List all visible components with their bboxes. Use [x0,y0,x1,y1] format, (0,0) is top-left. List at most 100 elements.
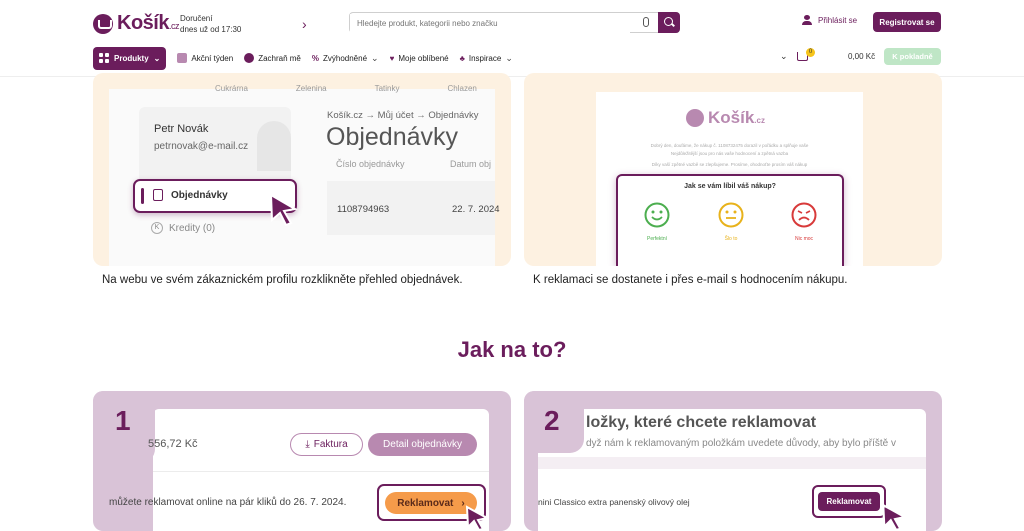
cart-count-badge: 0 [806,48,815,57]
email-logo-text: Košík [708,108,755,127]
page-title: Objednávky [326,123,459,151]
invoice-label: Faktura [313,439,348,450]
caption-email: K reklamaci se dostanete i přes e-mail s… [533,274,848,286]
order-number: 1108794963 [337,204,390,215]
cart-logo-icon [686,109,704,127]
email-mockup: Košík.cz Dobrý den, doufáme, že nákup č.… [596,92,863,266]
rating-perfect[interactable]: Perfektní [642,202,672,242]
email-rating-card: Košík.cz Dobrý den, doufáme, že nákup č.… [524,73,942,266]
step-number: 1 [115,405,131,436]
claim-button-highlight: Reklamovat [812,485,886,518]
search-box [349,12,680,33]
chevron-down-icon: ⌄ [153,53,161,63]
microphone-icon[interactable] [643,17,649,27]
nav-item-akcni-tyden[interactable]: Akční týden [177,53,233,63]
people-icon: ♣ [459,53,465,63]
search-button[interactable] [658,12,680,33]
step2-heading: ložky, které chcete reklamovat [586,414,817,431]
avatar [257,121,291,171]
top-header: Košík.cz Doručení dnes už od 17:30 › Při… [0,0,1024,77]
claim-button[interactable]: Reklamovat [818,492,880,511]
category-label: Tatinky [374,84,400,93]
checkout-button[interactable]: K pokladně [884,48,941,65]
order-amount: 556,72 Kč [148,438,198,450]
delivery-label: Doručení [180,14,213,23]
cart-logo-icon [93,13,113,34]
nav-label: Zvýhodněné [323,53,368,63]
nav-label: Inspirace [468,53,502,63]
login-link[interactable]: Přihlásit se [802,15,857,25]
main-nav: Produkty ⌄ Akční týden Zachraň mě % Zvýh… [93,46,513,70]
claim-label: Reklamovat [397,497,454,509]
invoice-button[interactable]: ⤓ Faktura [290,433,363,456]
profile-orders-card: Cukrárna Zelenina Tatinky Chlazen Petr N… [93,73,511,266]
col-order-number: Číslo objednávky [336,159,405,169]
step2-subtext: dyž nám k reklamovaným položkám uvedete … [586,438,896,449]
category-label: Zelenina [295,84,327,93]
email-line: Nejdůležitější jsou pro nás vaše hodnoce… [670,151,789,156]
nav-label: Moje oblíbené [398,53,449,63]
claim-button[interactable]: Reklamovat › [385,492,477,514]
menu-item-credits[interactable]: K Kredity (0) [151,222,215,234]
nav-item-moje-oblibene[interactable]: ♥ Moje oblíbené [390,54,449,63]
bag-icon [153,189,163,201]
credits-icon: K [151,222,163,234]
rating-box: Jak se vám líbil váš nákup? Perfektní Šl… [616,174,844,266]
chevron-down-icon[interactable]: ⌄ [780,51,788,62]
happy-face-icon [644,202,670,228]
product-name: nini Classico extra panenský olivový ole… [538,497,690,507]
login-label: Přihlásit se [818,15,858,25]
nav-item-inspirace[interactable]: ♣ Inspirace ⌄ [460,53,513,64]
download-icon: ⤓ [305,439,310,450]
email-line: Dobrý den, doufáme, že nákup č. 11087324… [650,143,809,148]
delivery-info[interactable]: Doručení dnes už od 17:30 [180,13,241,35]
logo-suffix: .cz [168,21,180,31]
user-name: Petr Novák [154,123,209,135]
orders-mockup: Cukrárna Zelenina Tatinky Chlazen Petr N… [109,84,500,266]
section-title: Jak na to? [457,337,567,362]
heart-icon: ♥ [389,53,395,63]
email-logo-suffix: .cz [754,116,765,125]
chevron-down-icon: ⌄ [505,52,513,63]
grid-icon [99,53,109,63]
cart-price: 0,00 Kč [848,52,876,61]
cursor-icon [882,503,907,531]
breadcrumb: Košík.cz → Můj účet → Objednávky [327,110,479,121]
menu-credits-label: Kredity (0) [169,222,216,234]
category-label: Cukrárna [215,84,248,93]
discount-icon: % [311,53,319,63]
caption-profile: Na webu ve svém zákaznickém profilu rozk… [102,274,463,286]
chevron-down-icon: ⌄ [371,52,379,63]
rating-label: Perfektní [646,236,667,242]
profile-panel: Petr Novák petrnovak@e-mail.cz [139,107,291,187]
step-card-1: 1 556,72 Kč ⤓ Faktura Detail objednávky … [93,391,511,531]
product-row-bg [538,457,926,469]
cursor-icon [465,505,489,531]
nav-item-zachran-me[interactable]: Zachraň mě [244,53,301,63]
category-strip: Cukrárna Zelenina Tatinky Chlazen [109,84,495,96]
search-input[interactable] [350,14,630,33]
email-line: Díky vaší zpětné vazbě se zlepšujeme. Pr… [651,162,808,167]
rating-bad[interactable]: Nic moc [789,202,819,242]
percent-icon [177,53,188,63]
products-menu-button[interactable]: Produkty ⌄ [93,46,167,70]
email-text: Dobrý den, doufáme, že nákup č. 11087324… [616,142,843,169]
step-card-2: 2 ložky, které chcete reklamovat dyž nám… [524,391,942,531]
logo[interactable]: Košík.cz [93,12,179,35]
orders-active-bar [141,188,144,204]
register-button[interactable]: Registrovat se [873,12,941,32]
category-label: Chlazen [447,84,477,93]
rating-question: Jak se vám líbil váš nákup? [684,183,776,190]
order-date: 22. 7. 2024 [452,204,500,215]
rating-ok[interactable]: Šlo to [716,202,746,242]
neutral-face-icon [718,202,744,228]
menu-orders-label: Objednávky [171,190,228,201]
col-date: Datum obj [450,159,492,169]
delivery-time: dnes už od 17:30 [180,25,242,34]
cursor-icon [269,193,298,227]
nav-item-zvyhodnene[interactable]: % Zvýhodněné ⌄ [312,53,379,64]
logo-text: Košík [117,12,169,34]
products-label: Produkty [114,53,149,63]
order-detail-button[interactable]: Detail objednávky [368,433,477,456]
chevron-right-icon[interactable]: › [302,16,307,32]
